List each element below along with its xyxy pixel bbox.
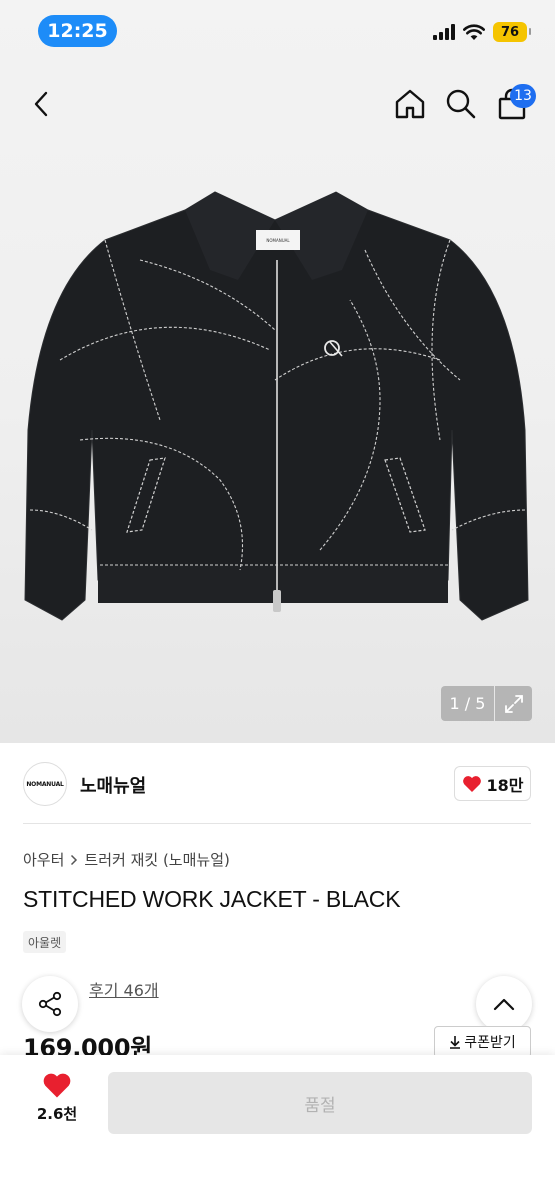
heart-icon — [462, 775, 481, 792]
coupon-button[interactable]: 쿠폰받기 — [434, 1026, 531, 1058]
share-icon — [38, 991, 62, 1017]
cart-count-badge: 13 — [510, 84, 536, 108]
breadcrumb-category[interactable]: 아우터 — [23, 849, 64, 870]
status-icons: 76 — [433, 22, 531, 42]
image-pager: 1 / 5 — [441, 686, 494, 721]
brand-like-count: 18만 — [486, 775, 524, 795]
scroll-top-button[interactable] — [476, 976, 532, 1032]
chevron-left-icon[interactable] — [26, 88, 56, 120]
brand-like-button[interactable]: 18만 — [454, 766, 531, 801]
review-link[interactable]: 후기 46개 — [89, 977, 159, 1001]
breadcrumb: 아우터 트러커 재킷 (노매뉴얼) — [23, 849, 230, 870]
brand-logo[interactable]: NOMANUAL — [23, 762, 67, 806]
heart-icon — [43, 1073, 71, 1098]
product-image-jacket[interactable]: NOMANUAL — [20, 180, 535, 630]
share-button[interactable] — [22, 976, 78, 1032]
chevron-right-icon — [71, 854, 78, 865]
outlet-tag: 아울렛 — [23, 931, 67, 953]
jacket-label-text: NOMANUAL — [266, 238, 290, 243]
wifi-icon — [463, 23, 485, 40]
battery-indicator: 76 — [493, 22, 531, 42]
divider — [23, 823, 531, 824]
home-icon[interactable] — [393, 86, 427, 122]
search-icon[interactable] — [444, 86, 478, 122]
breadcrumb-subcategory[interactable]: 트러커 재킷 (노매뉴얼) — [84, 849, 229, 870]
brand-name[interactable]: 노매뉴얼 — [80, 772, 146, 798]
wishlist-button[interactable]: 2.6천 — [20, 1072, 94, 1134]
chevron-up-icon — [493, 998, 515, 1011]
cellular-signal-icon — [433, 24, 455, 40]
coupon-label: 쿠폰받기 — [464, 1035, 516, 1051]
product-title: STITCHED WORK JACKET - BLACK — [23, 886, 401, 912]
product-gallery[interactable]: 12:25 76 13 NOMANUAL 1 / 5 — [0, 0, 555, 743]
wishlist-count: 2.6천 — [36, 1105, 78, 1123]
status-time: 12:25 — [38, 15, 117, 47]
soldout-button[interactable]: 품절 — [108, 1072, 532, 1134]
expand-icon[interactable] — [495, 686, 532, 721]
download-icon — [450, 1036, 461, 1049]
